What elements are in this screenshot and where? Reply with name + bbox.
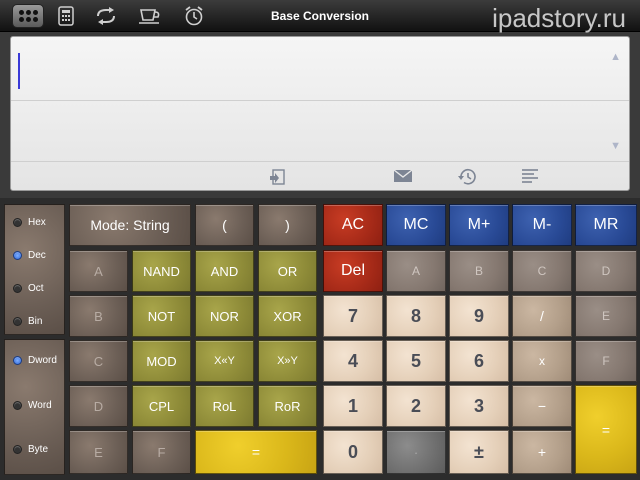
multiply-key[interactable]: x: [512, 340, 572, 382]
paren-open-key[interactable]: (: [195, 204, 254, 246]
mail-icon[interactable]: [393, 168, 413, 189]
plus-key[interactable]: +: [512, 430, 572, 474]
mc-button[interactable]: MC: [386, 204, 446, 246]
rol-key[interactable]: RoL: [195, 385, 254, 427]
keypad: Hex Dec Oct Bin Dword Word Byte Mode: St…: [0, 198, 640, 480]
mode-button[interactable]: Mode: String: [69, 204, 191, 246]
hex-d-key[interactable]: D: [575, 250, 637, 292]
nor-key[interactable]: NOR: [195, 295, 254, 337]
digit-2-key[interactable]: 2: [386, 385, 446, 427]
hex-f-key[interactable]: F: [575, 340, 637, 382]
shift-left-key[interactable]: X«Y: [195, 340, 254, 382]
digit-8-key[interactable]: 8: [386, 295, 446, 337]
hex-a-key[interactable]: A: [386, 250, 446, 292]
hex-b-key-left[interactable]: B: [69, 295, 128, 337]
equals-key-right[interactable]: =: [575, 385, 637, 474]
mminus-button[interactable]: M-: [512, 204, 572, 246]
shift-right-key[interactable]: X»Y: [258, 340, 317, 382]
scroll-up-icon[interactable]: ▲: [610, 51, 621, 63]
ac-button[interactable]: AC: [323, 204, 383, 246]
mplus-button[interactable]: M+: [449, 204, 509, 246]
radio-hex[interactable]: Hex: [13, 217, 46, 228]
mr-button[interactable]: MR: [575, 204, 637, 246]
cpl-key[interactable]: CPL: [132, 385, 191, 427]
paste-icon[interactable]: [269, 168, 287, 191]
top-bar: Base Conversion ipadstory.ru: [0, 0, 640, 33]
nand-key[interactable]: NAND: [132, 250, 191, 292]
display-panel[interactable]: ▲ ▼: [10, 36, 630, 191]
hex-e-key-left[interactable]: E: [69, 430, 128, 474]
base-radio-group: Hex Dec Oct Bin: [4, 204, 65, 335]
hex-e-key[interactable]: E: [575, 295, 637, 337]
ror-key[interactable]: RoR: [258, 385, 317, 427]
watermark: ipadstory.ru: [492, 3, 626, 33]
hex-f-key-left[interactable]: F: [132, 430, 191, 474]
divider: [11, 100, 629, 101]
size-radio-group: Dword Word Byte: [4, 339, 65, 475]
plus-minus-key[interactable]: ±: [449, 430, 509, 474]
decimal-point-key[interactable]: ·: [386, 430, 446, 474]
paren-close-key[interactable]: ): [258, 204, 317, 246]
xor-key[interactable]: XOR: [258, 295, 317, 337]
hex-c-key[interactable]: C: [512, 250, 572, 292]
digit-4-key[interactable]: 4: [323, 340, 383, 382]
digit-6-key[interactable]: 6: [449, 340, 509, 382]
list-icon[interactable]: [521, 168, 539, 189]
digit-3-key[interactable]: 3: [449, 385, 509, 427]
radio-oct[interactable]: Oct: [13, 283, 44, 294]
radio-dec[interactable]: Dec: [13, 250, 46, 261]
hex-c-key-left[interactable]: C: [69, 340, 128, 382]
radio-word[interactable]: Word: [13, 400, 52, 411]
text-caret: [18, 53, 20, 89]
del-button[interactable]: Del: [323, 250, 383, 292]
radio-bin[interactable]: Bin: [13, 316, 42, 327]
digit-7-key[interactable]: 7: [323, 295, 383, 337]
equals-key[interactable]: =: [195, 430, 317, 474]
hex-d-key-left[interactable]: D: [69, 385, 128, 427]
digit-9-key[interactable]: 9: [449, 295, 509, 337]
history-icon[interactable]: [457, 168, 477, 191]
radio-byte[interactable]: Byte: [13, 444, 48, 455]
not-key[interactable]: NOT: [132, 295, 191, 337]
scroll-down-icon[interactable]: ▼: [610, 140, 621, 152]
digit-1-key[interactable]: 1: [323, 385, 383, 427]
minus-key[interactable]: −: [512, 385, 572, 427]
hex-b-key[interactable]: B: [449, 250, 509, 292]
divider: [11, 161, 629, 162]
or-key[interactable]: OR: [258, 250, 317, 292]
mod-key[interactable]: MOD: [132, 340, 191, 382]
hex-a-key-left[interactable]: A: [69, 250, 128, 292]
digit-0-key[interactable]: 0: [323, 430, 383, 474]
digit-5-key[interactable]: 5: [386, 340, 446, 382]
and-key[interactable]: AND: [195, 250, 254, 292]
divide-key[interactable]: /: [512, 295, 572, 337]
radio-dword[interactable]: Dword: [13, 355, 57, 366]
